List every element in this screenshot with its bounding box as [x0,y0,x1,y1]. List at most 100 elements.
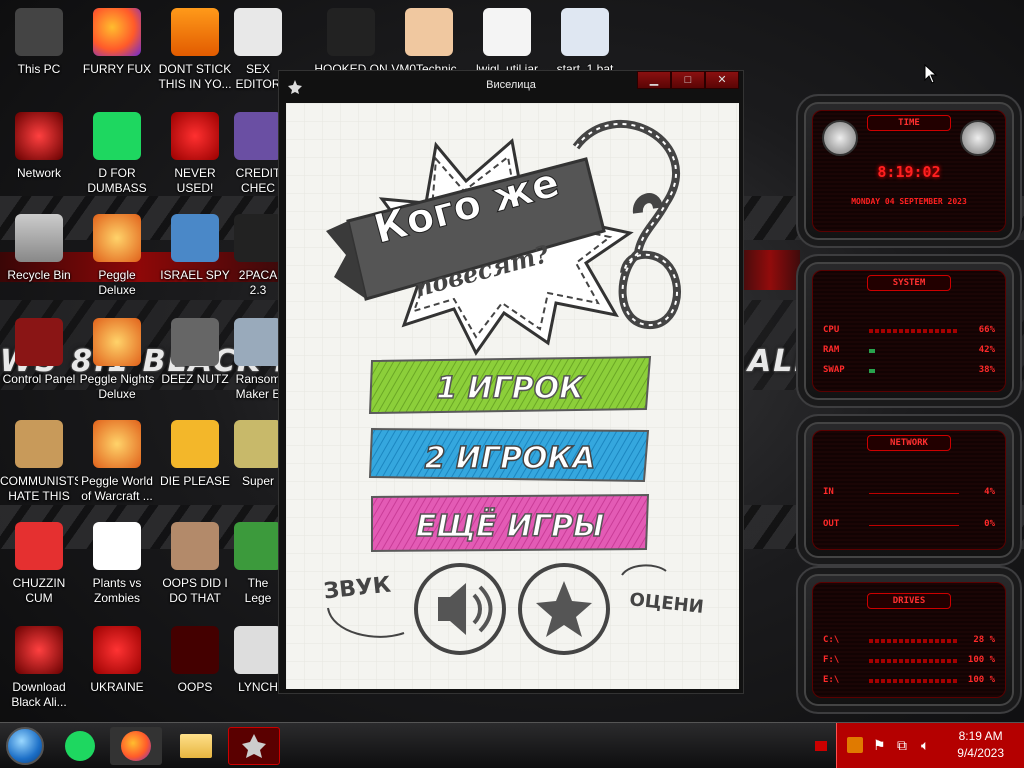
desktop-icon[interactable]: Recycle Bin [0,214,78,298]
desktop-icon[interactable]: Peggle Nights Deluxe [78,318,156,402]
desktop-icon[interactable]: This PC [0,8,78,92]
hangman-window[interactable]: Виселица ▁ □ ✕ Кого же повесят? 1 ИГРОК [278,70,744,694]
start-orb-icon[interactable] [6,727,44,765]
desktop-icon[interactable]: Peggle World of Warcraft ... [78,420,156,504]
app-icon [234,214,282,262]
desktop-icon-label: Peggle Deluxe [98,268,136,297]
taskbar-date: 9/4/2023 [957,746,1004,760]
desktop-icon[interactable]: ISRAEL SPY [156,214,234,298]
folder-icon [180,734,212,758]
close-button[interactable]: ✕ [705,71,739,89]
taskbar-explorer[interactable] [170,727,222,765]
desktop-icon[interactable]: The Lege Zild [234,522,282,606]
hangman-app-icon [242,734,266,758]
desktop-icon-label: LYNCH [238,680,278,694]
network-tray-icon[interactable]: ⧉ [897,737,907,754]
desktop-icon-label: Network [16,166,61,180]
window-titlebar[interactable]: Виселица ▁ □ ✕ [279,71,743,103]
maximize-button[interactable]: □ [671,71,705,89]
desktop-icon[interactable]: Plants vs Zombies [78,522,156,606]
desktop-icon[interactable]: Super [234,420,282,504]
volume-icon[interactable]: 🔈︎ [921,737,929,754]
java-icon [483,8,531,56]
desktop-icon[interactable]: NEVER USED! [156,112,234,196]
taskbar-spotify[interactable] [54,727,106,765]
two-players-button[interactable]: 2 ИГРОКА [368,427,650,483]
desktop-icon-label: D FOR DUMBASS [87,166,147,195]
gadget-date: MONDAY 04 SEPTEMBER 2023 [851,197,967,206]
desktop-icon[interactable]: SEX EDITOR [234,8,282,92]
desktop-icon-label: ISRAEL SPY [160,268,230,282]
desktop-icon[interactable]: DEEZ NUTZ [156,318,234,402]
desktop-icon[interactable]: LYNCH [234,626,282,710]
net-out-row: OUT 0% [823,519,995,529]
desktop-icon-label: DONT STICK THIS IN YO... [158,62,232,91]
red-box-icon [171,626,219,674]
desktop-icon[interactable]: Ransom Maker E [234,318,282,402]
recycle-bin-icon [15,214,63,262]
taskbar-firefox[interactable] [110,727,162,765]
desktop-icon[interactable]: CREDIT CHEC [234,112,282,196]
desktop-icon[interactable]: Peggle Deluxe [78,214,156,298]
desktop-icon[interactable]: Download Black Ali... [0,626,78,710]
drives-gadget-title: DRIVES [867,593,951,609]
spotify-icon [93,112,141,160]
drives-gadget[interactable]: DRIVES C:\ 28 % F:\ 100 % E:\ 100 % [796,566,1022,714]
desktop-icon-label: The Lege Zild [244,576,272,605]
one-player-button[interactable]: 1 ИГРОК [368,355,652,415]
desktop-icon[interactable]: 2PACA 2.3 [234,214,282,298]
desktop-icon[interactable]: DONT STICK THIS IN YO... [156,8,234,92]
firefox-icon [93,8,141,56]
more-games-button[interactable]: ЕЩЁ ИГРЫ [371,493,650,553]
desktop-icon[interactable]: CHUZZIN CUM [0,522,78,606]
system-gadget[interactable]: SYSTEM CPU 66% RAM 42% SWAP 38% [796,254,1022,408]
desktop-icon-label: Recycle Bin [7,268,71,282]
desktop-icon[interactable]: OOPS [156,626,234,710]
computer-icon [15,8,63,56]
minimize-button[interactable]: ▁ [637,71,671,89]
taskbar: ⚑ ⧉ 🔈︎ 8:19 AM 9/4/2023 [0,722,1024,768]
gadget-clock: 8:19:02 [877,163,941,181]
batch-icon [561,8,609,56]
portrait-icon [171,522,219,570]
drive-e-row: E:\ 100 % [823,675,995,685]
ram-row: RAM 42% [823,345,995,355]
desktop-icon[interactable]: DIE PLEASE [156,420,234,504]
desktop-icon[interactable]: UKRAINE [78,626,156,710]
desktop-icon-label: Super [241,474,275,488]
desktop-icon-label: UKRAINE [90,680,144,694]
desktop-icon-label: Peggle World of Warcraft ... [81,474,153,503]
network-gadget[interactable]: NETWORK IN 4% OUT 0% [796,414,1022,566]
peggle-icon [93,214,141,262]
one-player-label: 1 ИГРОК [436,371,585,406]
desktop-icon-label: DEEZ NUTZ [161,372,229,386]
two-players-label: 2 ИГРОКА [425,441,596,476]
desktop-icon-label: This PC [17,62,61,76]
desktop-icon-label: Peggle Nights Deluxe [79,372,155,401]
cpu-row: CPU 66% [823,325,995,335]
desktop-icon-label: 2PACA 2.3 [238,268,278,297]
peggle-icon [93,420,141,468]
desktop-icon[interactable]: COMMUNISTS HATE THIS G... [0,420,78,504]
flag-icon[interactable]: ⚑ [873,737,886,754]
desktop-icon[interactable]: OOPS DID I DO THAT [156,522,234,606]
de-icon [171,420,219,468]
taskbar-hangman[interactable] [228,727,280,765]
time-gadget[interactable]: TIME 8:19:02 MONDAY 04 SEPTEMBER 2023 [796,94,1022,248]
taskbar-clock[interactable]: 8:19 AM 9/4/2023 [957,728,1004,762]
desktop-icon[interactable]: Network [0,112,78,196]
network-gadget-title: NETWORK [867,435,951,451]
control-panel-icon [15,318,63,366]
swap-row: SWAP 38% [823,365,995,375]
chuzzle-icon [15,522,63,570]
desktop-icon-label: DIE PLEASE [159,474,231,488]
pixel-icon [234,420,282,468]
game-canvas: Кого же повесят? 1 ИГРОК 2 ИГРОКА ЕЩЁ ИГ… [286,103,739,689]
radiation-icon [93,626,141,674]
desktop-icon[interactable]: D FOR DUMBASS [78,112,156,196]
desktop-icon[interactable]: FURRY FUX [78,8,156,92]
desktop-icon[interactable]: Control Panel [0,318,78,402]
show-hidden-icons[interactable] [815,741,827,751]
doctor-icon [405,8,453,56]
tray-app-icon[interactable] [847,737,863,753]
